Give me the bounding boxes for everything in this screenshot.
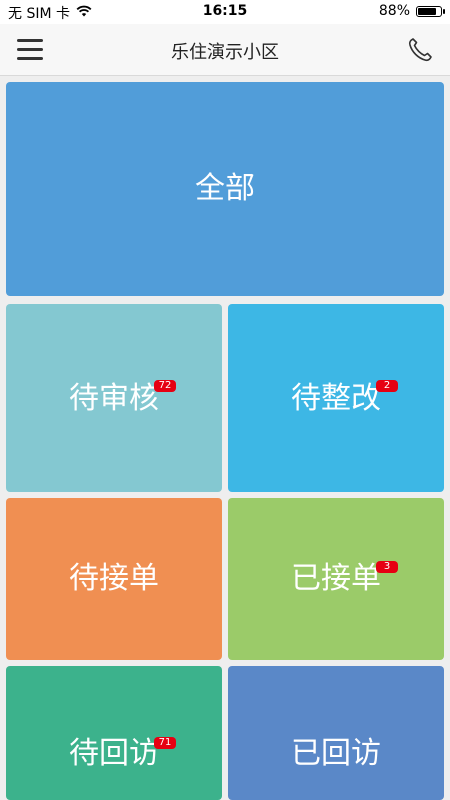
status-bar: 无 SIM 卡 16:15 88% [0,0,450,24]
battery-icon [416,5,445,17]
count-badge: 71 [154,737,176,749]
tile-pending-rectify[interactable]: 待整改 2 [228,304,444,492]
count-badge: 2 [376,380,398,392]
tile-accepted[interactable]: 已接单 3 [228,498,444,660]
count-badge: 3 [376,561,398,573]
tile-label: 待审核 [69,381,159,416]
tile-label: 待接单 [69,561,159,596]
tile-pending-accept[interactable]: 待接单 [6,498,222,660]
nav-bar: 乐住演示小区 [0,24,450,76]
phone-icon[interactable] [406,36,434,64]
status-right: 88% [378,3,445,19]
tile-label: 已接单 [291,561,381,596]
tile-all[interactable]: 全部 [6,82,444,296]
page-title: 乐住演示小区 [171,42,279,63]
tile-pending-review[interactable]: 待审核 72 [6,304,222,492]
battery-fill [418,7,436,15]
tile-revisited[interactable]: 已回访 [228,666,444,800]
tile-label: 全部 [195,171,255,206]
tile-pending-revisit[interactable]: 待回访 71 [6,666,222,800]
count-badge: 72 [154,380,176,392]
battery-percent: 88% [378,3,410,19]
tile-label: 待回访 [69,736,159,771]
tile-label: 已回访 [291,736,381,771]
tile-label: 待整改 [291,381,381,416]
